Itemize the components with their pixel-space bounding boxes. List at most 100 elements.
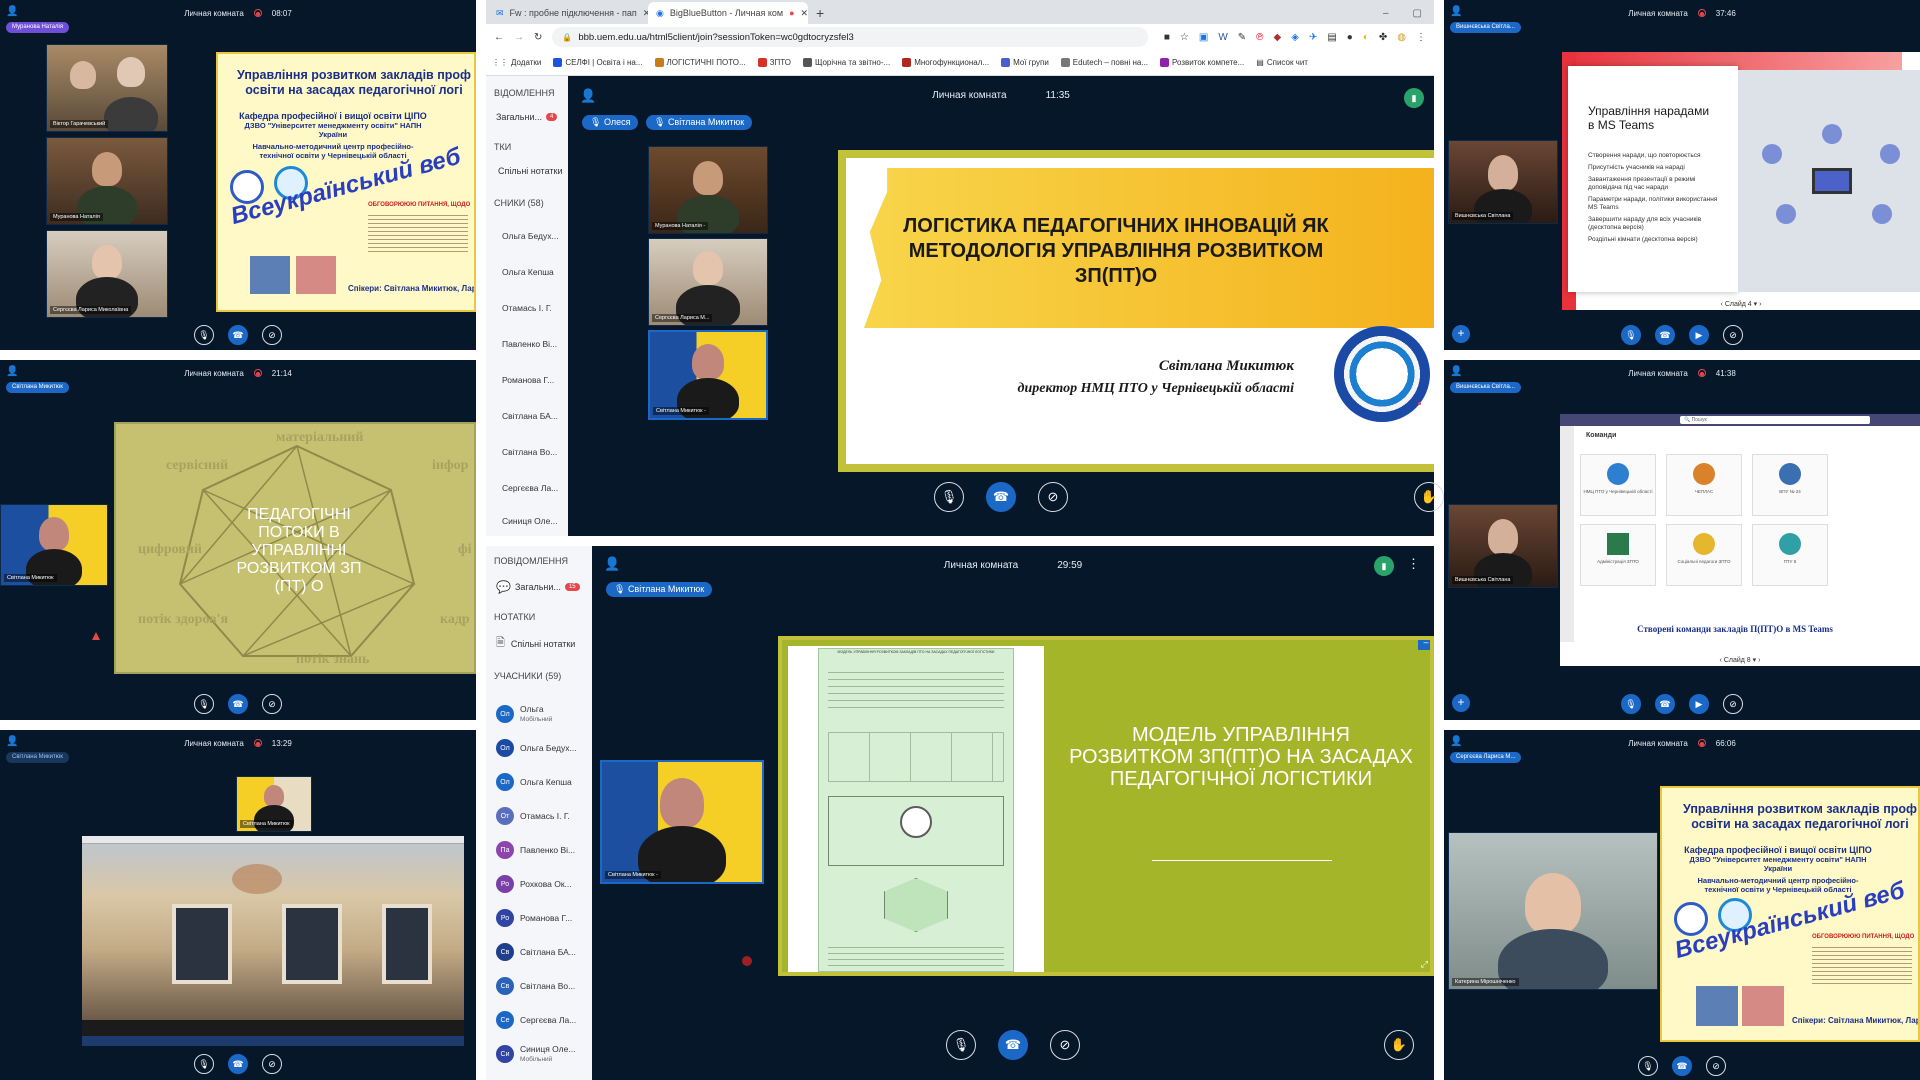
presenter-pill[interactable]: Світлана Микитюк	[6, 382, 69, 393]
extension-icon[interactable]: W	[1218, 32, 1227, 43]
team-card[interactable]: НМЦ ПТО у Чернівецькій області	[1580, 454, 1656, 516]
record-icon[interactable]	[253, 739, 262, 747]
camera-off-icon[interactable]: ⊘	[1038, 482, 1068, 512]
team-card[interactable]: Адміністрація ЗПТО	[1580, 524, 1656, 586]
puzzle-icon[interactable]: ✤	[1379, 32, 1387, 43]
camera-off-icon[interactable]: ⊘	[1706, 1056, 1726, 1076]
team-card[interactable]: Соціальні педагоги ЗПТО	[1666, 524, 1742, 586]
bookmark[interactable]: СЕЛФІ | Освіта і на...	[553, 58, 643, 67]
webcam[interactable]: Світлана Микитюк	[236, 776, 312, 832]
minimize-presentation-icon[interactable]: –	[1418, 640, 1430, 650]
connection-icon[interactable]: ▮	[1374, 556, 1394, 576]
extension-icon[interactable]: ◆	[1274, 32, 1282, 43]
participant-item[interactable]: Сергєєва Ла...	[498, 470, 568, 506]
slide-navigation[interactable]: ‹ Слайд 4 ▾ ›	[1562, 300, 1920, 308]
raise-hand-icon[interactable]: ✋	[1414, 482, 1444, 512]
webcam[interactable]: Світлана Микитюк -	[600, 760, 764, 884]
slide-navigation[interactable]: ‹ Слайд 8 ▾ ›	[1560, 656, 1920, 664]
participant-item[interactable]: Си Синиця Оле... Мобільний	[492, 1037, 592, 1071]
presenter-pill[interactable]: Вишнєвська Світла...	[1450, 22, 1521, 33]
webcam[interactable]: Вишнєвська Світлана	[1448, 140, 1558, 224]
team-card[interactable]: ПТУ 8	[1752, 524, 1828, 586]
camera-off-icon[interactable]: ⊘	[262, 1054, 282, 1074]
webcam[interactable]: Катерина Мірошніченко	[1448, 832, 1658, 990]
participant-item[interactable]: Ро Романова Г...	[492, 901, 592, 935]
participant-item[interactable]: Ол Ольга Мобільний	[492, 697, 592, 731]
bookmark[interactable]: ЗПТО	[757, 58, 791, 67]
phone-icon[interactable]: ☎	[1655, 694, 1675, 714]
participant-item[interactable]: Ольга Бедух...	[498, 218, 568, 254]
extension-icon[interactable]: ●	[1347, 32, 1353, 43]
record-icon[interactable]	[1040, 560, 1051, 571]
participant-item[interactable]: От Отамась І. Г.	[492, 799, 592, 833]
pen-icon[interactable]: ✎	[1238, 32, 1246, 43]
shared-notes-item[interactable]: Спільні нотатки	[498, 166, 568, 176]
camera-off-icon[interactable]: ⊘	[262, 694, 282, 714]
connection-icon[interactable]: ▮	[1404, 88, 1424, 108]
bookmark[interactable]: Розвиток компете...	[1160, 58, 1244, 67]
camera-off-icon[interactable]: ⊘	[1050, 1030, 1080, 1060]
star-icon[interactable]: ☆	[1180, 32, 1189, 43]
screen-share-icon[interactable]: ⊘	[1723, 694, 1743, 714]
forward-icon[interactable]: →	[514, 32, 524, 43]
webcam[interactable]: Віктор Гарачевський	[46, 44, 168, 132]
participant-item[interactable]: Павленко Ві...	[498, 326, 568, 362]
participant-item[interactable]: Се Сергєєва Ла...	[492, 1003, 592, 1037]
talking-pill[interactable]: 🎙 Олеся	[582, 115, 639, 130]
back-icon[interactable]: ←	[494, 32, 504, 43]
extension-icon[interactable]: ◈	[1291, 32, 1299, 43]
team-card[interactable]: ВПУ № 24	[1752, 454, 1828, 516]
phone-icon[interactable]: ☎	[1672, 1056, 1692, 1076]
bookmark[interactable]: Мої групи	[1001, 58, 1049, 67]
phone-icon[interactable]: ☎	[986, 482, 1016, 512]
team-card[interactable]: ЧЕПЛАС	[1666, 454, 1742, 516]
webcam[interactable]: Сергєєва Лариса М...	[648, 238, 768, 326]
mute-icon[interactable]: 🎙	[934, 482, 964, 512]
mute-icon[interactable]: 🎙	[1621, 694, 1641, 714]
participant-item[interactable]: Ол Ольга Бедух...	[492, 731, 592, 765]
shared-notes-item[interactable]: 🗎 Спільні нотатки	[496, 634, 592, 653]
bookmark[interactable]: Многофункционал...	[902, 58, 989, 67]
extension-icon[interactable]: ✈	[1309, 32, 1317, 43]
presenter-pill[interactable]: Вишнєвська Світла...	[1450, 382, 1521, 393]
webcam[interactable]: Світлана Микитюк -	[648, 330, 768, 420]
public-chat-item[interactable]: 💬 Загальни... 15	[496, 580, 592, 594]
participant-item[interactable]: Світлана БА...	[498, 398, 568, 434]
phone-icon[interactable]: ☎	[228, 1054, 248, 1074]
webcam[interactable]: Вишнєвська Світлана	[1448, 504, 1558, 588]
webcam[interactable]: Світлана Микитюк	[0, 504, 108, 586]
phone-icon[interactable]: ☎	[228, 694, 248, 714]
mute-icon[interactable]: 🎙	[194, 1054, 214, 1074]
record-icon[interactable]	[1697, 739, 1706, 747]
extension-icon[interactable]: ▤	[1327, 32, 1336, 43]
screen-share-icon[interactable]: ⊘	[1723, 325, 1743, 345]
presenter-pill[interactable]: Сергєєва Лариса М...	[1450, 752, 1522, 763]
mute-icon[interactable]: 🎙	[1638, 1056, 1658, 1076]
participant-item[interactable]: Світлана Во...	[498, 434, 568, 470]
address-bar[interactable]: 🔒 bbb.uem.edu.ua/html5client/join?session…	[552, 27, 1148, 47]
minimize-icon[interactable]: –	[1371, 8, 1401, 24]
participant-item[interactable]: Ро Рохкова Ок...	[492, 867, 592, 901]
maximize-icon[interactable]: ▢	[1401, 8, 1434, 24]
bookmark[interactable]: ▤ Список чит	[1256, 58, 1308, 67]
camera-icon[interactable]: ▶	[1689, 694, 1709, 714]
reload-icon[interactable]: ↻	[534, 32, 542, 43]
mute-icon[interactable]: 🎙	[194, 694, 214, 714]
talking-pill[interactable]: 🎙 Світлана Микитюк	[606, 582, 713, 597]
participant-item[interactable]: Ол Ольга Кепша	[492, 765, 592, 799]
camera-icon[interactable]: ■	[1164, 32, 1170, 43]
webcam[interactable]: Муранова Наталія -	[648, 146, 768, 234]
mute-icon[interactable]: 🎙	[194, 325, 214, 345]
participant-item[interactable]: Па Павленко Ві...	[492, 833, 592, 867]
phone-icon[interactable]: ☎	[998, 1030, 1028, 1060]
browser-tab[interactable]: ✉ Fw : пробне підключення - пап ✕	[488, 2, 648, 24]
record-icon[interactable]	[1029, 90, 1040, 101]
public-chat-item[interactable]: Загальни... 4	[496, 112, 568, 122]
close-icon[interactable]: ✕	[801, 8, 808, 19]
raise-hand-icon[interactable]: ✋	[1384, 1030, 1414, 1060]
teams-search[interactable]: 🔍 Пошук	[1680, 416, 1870, 424]
presenter-pill[interactable]: Світлана Микитюк	[6, 752, 69, 763]
participant-item[interactable]: Св Світлана БА...	[492, 935, 592, 969]
participant-item[interactable]: Синиця Оле...	[498, 506, 568, 536]
pinterest-icon[interactable]: ℗	[1256, 32, 1263, 43]
